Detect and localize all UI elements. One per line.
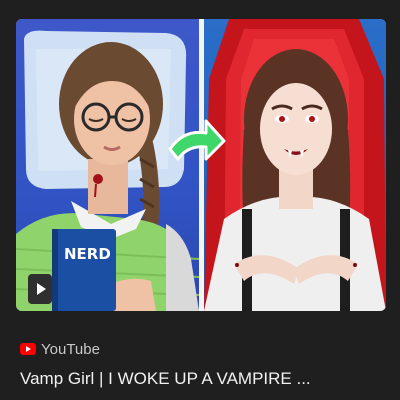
book-label: NERD [64, 245, 111, 263]
video-result-card[interactable]: NERD YouTube Vamp Girl | I WOKE UP A VAM… [0, 0, 400, 400]
thumbnail-right-panel [204, 19, 386, 311]
video-source[interactable]: YouTube [20, 338, 100, 360]
play-icon [36, 283, 46, 295]
video-title[interactable]: Vamp Girl | I WOKE UP A VAMPIRE ... [20, 369, 390, 389]
nerd-book: NERD [52, 229, 116, 311]
source-name: YouTube [41, 340, 100, 358]
vampire-girl-illustration [204, 19, 386, 311]
video-thumbnail[interactable]: NERD [16, 19, 386, 311]
youtube-logo-icon [20, 343, 36, 355]
transformation-arrow-icon [168, 119, 226, 161]
play-button[interactable] [28, 274, 52, 304]
